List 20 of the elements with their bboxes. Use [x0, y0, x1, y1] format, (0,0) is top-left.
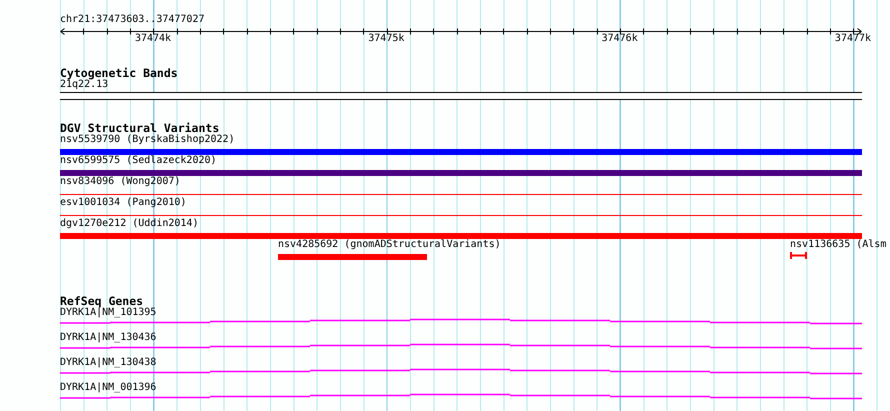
variant-label: esv1001034 (Pang2010)	[60, 197, 188, 208]
gene-label: DYRK1A|NM_130436	[60, 332, 158, 343]
variant-label: nsv5539790 (ByrskaBishop2022)	[60, 134, 236, 145]
track-title: DGV Structural Variants	[60, 122, 220, 134]
tick-label: 37474k	[134, 33, 172, 44]
gene-label: DYRK1A|NM_101395	[60, 307, 158, 318]
position-label: chr21:37473603..37477027	[60, 13, 206, 26]
gene-label: DYRK1A|NM_001396	[60, 382, 158, 393]
track-title: RefSeq Genes	[60, 295, 144, 307]
tick-label: 37475k	[368, 33, 404, 44]
gene-label: DYRK1A|NM_130438	[60, 357, 158, 368]
tick-label: 37476k	[602, 33, 638, 44]
variant-label: dgv1270e212 (Uddin2014)	[60, 218, 200, 229]
variant-label: nsv4285692 (gnomADStructuralVariants)	[278, 239, 501, 250]
tick-label: 37477k	[834, 33, 872, 44]
variant-label: nsv834096 (Wong2007)	[60, 176, 182, 187]
track-title: Cytogenetic Bands	[60, 67, 179, 79]
variant-label: nsv1136635 (Alsm	[790, 239, 886, 250]
band-label: 21q22.13	[60, 79, 108, 90]
variant-label: nsv6599575 (Sedlazeck2020)	[60, 155, 218, 166]
